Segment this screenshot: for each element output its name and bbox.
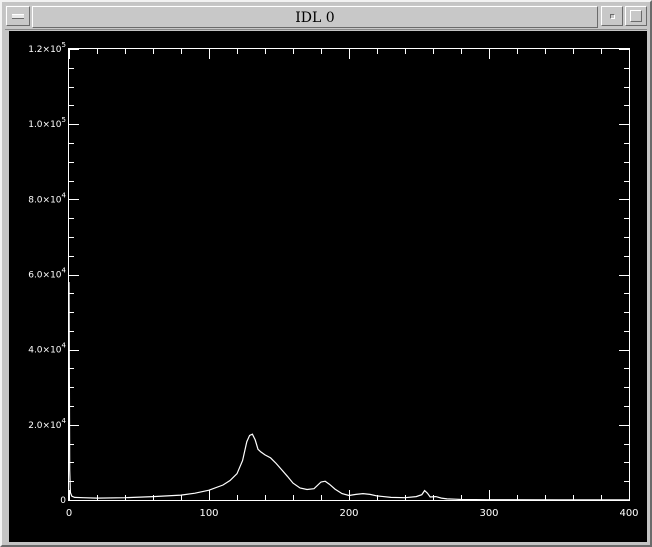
y-tick-mantissa: 8.0×10 [28, 195, 62, 205]
idl-window: IDL 0 0 100 200 300 400 0 2.0×104 4.0×104 6.0×1… [0, 0, 652, 547]
window-menu-button[interactable] [6, 6, 30, 26]
y-tick-exponent: 4 [62, 342, 67, 350]
y-tick-labels: 02.0×1044.0×1046.0×1048.0×1041.0×1051.2×… [28, 41, 66, 506]
x-tick-label: 100 [199, 508, 218, 519]
y-tick-mantissa: 0 [60, 496, 66, 506]
y-tick-mantissa: 1.0×10 [28, 120, 62, 130]
y-tick-label: 0 [60, 496, 66, 506]
axis-ticks [69, 49, 630, 501]
y-tick-exponent: 4 [62, 417, 67, 425]
y-tick-exponent: 5 [62, 41, 66, 49]
y-tick-mantissa: 2.0×10 [28, 421, 62, 431]
plot-canvas: 0 100 200 300 400 0 2.0×104 4.0×104 6.0×104 8.0×… [9, 31, 647, 542]
y-tick-mantissa: 4.0×10 [28, 346, 62, 356]
y-tick-label: 8.0×104 [28, 191, 66, 205]
window-menu-icon [12, 14, 24, 19]
x-tick-label: 300 [479, 508, 498, 519]
y-tick-label: 2.0×104 [28, 417, 66, 431]
y-tick-label: 1.0×105 [28, 116, 66, 130]
x-tick-label: 400 [619, 508, 638, 519]
data-series-line [68, 281, 630, 501]
x-tick-label: 200 [339, 508, 358, 519]
maximize-icon [630, 10, 642, 22]
plot-frame [68, 48, 630, 501]
title-bar[interactable]: IDL 0 [5, 5, 647, 30]
y-tick-label: 1.2×105 [28, 41, 66, 55]
y-tick-mantissa: 6.0×10 [28, 271, 62, 281]
maximize-button[interactable] [625, 6, 647, 26]
minimize-button[interactable] [601, 6, 623, 26]
minimize-icon [610, 14, 615, 19]
y-tick-mantissa: 1.2×10 [28, 45, 62, 55]
line-plot: 0 100 200 300 400 02.0×1044.0×1046.0×1048.0×… [28, 41, 639, 519]
y-tick-exponent: 4 [62, 191, 67, 199]
y-tick-label: 6.0×104 [28, 267, 66, 281]
window-title: IDL 0 [32, 6, 598, 28]
y-tick-exponent: 4 [62, 267, 67, 275]
x-tick-labels: 0 100 200 300 400 [66, 508, 639, 519]
y-tick-label: 4.0×104 [28, 342, 66, 356]
y-tick-exponent: 5 [62, 116, 66, 124]
x-tick-label: 0 [66, 508, 72, 519]
